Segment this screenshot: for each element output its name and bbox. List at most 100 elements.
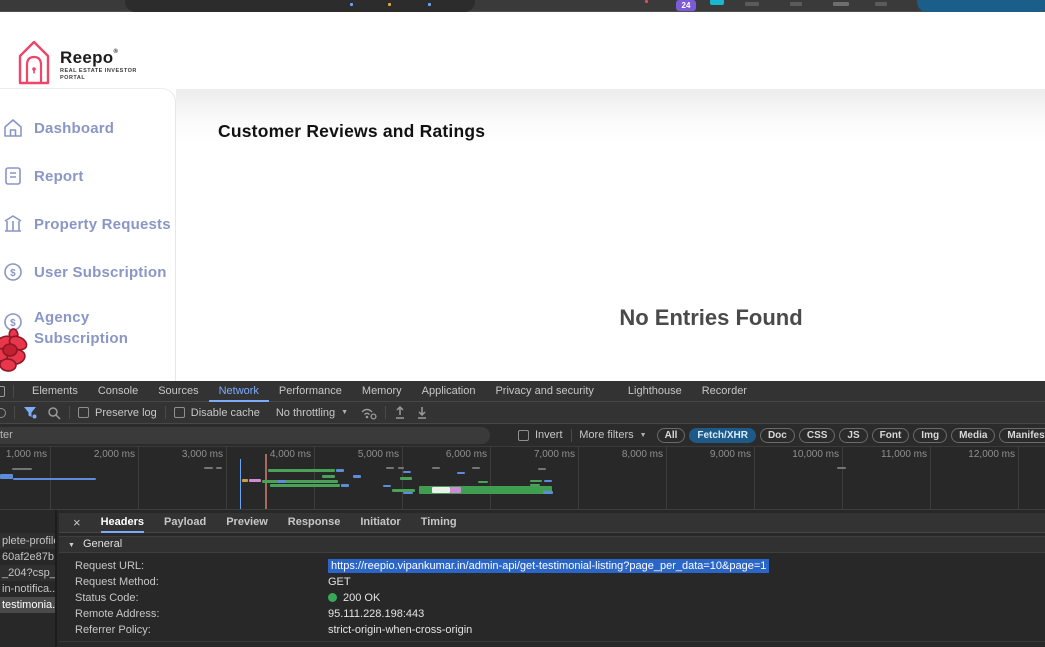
separator <box>13 385 14 398</box>
waterfall-bar <box>450 487 461 493</box>
sidebar-item-report[interactable]: Report <box>0 165 84 187</box>
tab-elements[interactable]: Elements <box>22 381 88 402</box>
flower-decoration <box>0 313 42 379</box>
toolbar-icon[interactable] <box>745 2 759 6</box>
field-referrer-policy: Referrer Policy: strict-origin-when-cros… <box>59 622 1045 638</box>
chip-manifest[interactable]: Manifest <box>999 428 1045 443</box>
waterfall-gridline <box>666 447 667 510</box>
extension-icon[interactable] <box>710 0 724 5</box>
waterfall-bar <box>13 478 96 480</box>
detail-tab-headers[interactable]: Headers <box>101 513 144 533</box>
detail-tab-response[interactable]: Response <box>288 513 341 533</box>
network-conditions-icon[interactable] <box>360 406 377 420</box>
field-value[interactable]: https://reepio.vipankumar.in/admin-api/g… <box>328 558 769 574</box>
waterfall-bar <box>398 467 404 469</box>
search-icon[interactable] <box>47 406 61 420</box>
record-network-log-button[interactable] <box>0 408 6 418</box>
profile-pill-button[interactable] <box>917 0 1045 12</box>
registered-mark: ® <box>113 49 118 55</box>
network-waterfall-overview[interactable]: 1,000 ms2,000 ms3,000 ms4,000 ms5,000 ms… <box>0 447 1045 510</box>
general-section-header[interactable]: ▼ General <box>59 536 1045 553</box>
address-bar[interactable] <box>125 0 475 12</box>
request-row[interactable]: _204?csp_t... <box>0 565 57 581</box>
devtools-tab-bar: Elements Console Sources Network Perform… <box>0 381 1045 402</box>
toolbar-icon[interactable] <box>833 2 849 6</box>
invert-label: Invert <box>535 429 563 441</box>
chip-css[interactable]: CSS <box>799 428 836 443</box>
chip-all[interactable]: All <box>657 428 686 443</box>
addressbar-text-fragment <box>350 3 353 6</box>
export-har-icon[interactable] <box>416 406 428 419</box>
empty-state-message: No Entries Found <box>561 305 861 331</box>
preserve-log-label: Preserve log <box>95 407 157 419</box>
detail-tab-payload[interactable]: Payload <box>164 513 206 533</box>
waterfall-bar <box>12 468 32 470</box>
field-key: Status Code: <box>75 590 139 606</box>
chip-doc[interactable]: Doc <box>760 428 795 443</box>
field-value: 200 OK <box>328 590 380 606</box>
waterfall-bar <box>472 467 480 469</box>
request-row[interactable]: plete-profile <box>0 533 57 549</box>
throttling-select[interactable]: No throttling <box>276 407 335 419</box>
request-row[interactable]: in-notifica... <box>0 581 57 597</box>
tab-memory[interactable]: Memory <box>352 381 412 402</box>
sidebar-item-label: Agency Subscription <box>34 309 128 347</box>
tab-network[interactable]: Network <box>209 381 269 402</box>
waterfall-bar <box>530 484 540 486</box>
filter-icon[interactable] <box>23 406 37 419</box>
panel-divider <box>59 641 1045 642</box>
logo-tagline-2: PORTAL <box>60 75 137 82</box>
toolbar-icon[interactable] <box>875 2 887 6</box>
separator <box>69 406 70 419</box>
detail-tab-preview[interactable]: Preview <box>226 513 268 533</box>
chip-media[interactable]: Media <box>951 428 995 443</box>
tab-application[interactable]: Application <box>412 381 486 402</box>
sidebar-item-user-subscription[interactable]: $ User Subscription <box>0 261 167 283</box>
waterfall-bar <box>544 480 552 482</box>
invert-checkbox[interactable] <box>518 430 529 441</box>
chevron-down-icon: ▼ <box>341 409 348 416</box>
close-icon[interactable]: × <box>73 514 81 532</box>
sidebar-item-label: Report <box>34 168 84 185</box>
waterfall-bar <box>457 472 465 474</box>
filter-input[interactable]: ter <box>0 427 490 444</box>
tab-privacy-and-security[interactable]: Privacy and security <box>485 381 603 402</box>
device-toolbar-icon[interactable] <box>0 386 5 397</box>
toolbar-icon[interactable] <box>790 2 802 6</box>
detail-tab-initiator[interactable]: Initiator <box>360 513 400 533</box>
sidebar-item-dashboard[interactable]: Dashboard <box>0 117 114 139</box>
pinned-icon[interactable] <box>645 0 648 3</box>
import-har-icon[interactable] <box>394 406 406 419</box>
logo-tagline-1: REAL ESTATE INVESTOR <box>60 68 137 75</box>
house-logo-icon <box>14 38 54 86</box>
tab-sources[interactable]: Sources <box>148 381 208 402</box>
notification-count-badge[interactable]: 24 <box>676 0 696 11</box>
tab-console[interactable]: Console <box>88 381 148 402</box>
waterfall-bar <box>403 492 413 494</box>
tab-lighthouse[interactable]: Lighthouse <box>618 381 692 402</box>
browser-top-strip: 24 <box>0 0 1045 12</box>
request-detail-panel: × Headers Payload Preview Response Initi… <box>59 510 1045 647</box>
tab-recorder[interactable]: Recorder <box>692 381 757 402</box>
sidebar-item-property-requests[interactable]: Property Requests <box>0 213 171 235</box>
more-filters-button[interactable]: More filters <box>579 429 633 441</box>
status-ok-dot-icon <box>328 593 337 602</box>
chip-js[interactable]: JS <box>839 428 867 443</box>
home-icon <box>2 117 24 139</box>
waterfall-tick-label: 10,000 ms <box>769 449 839 460</box>
chip-img[interactable]: Img <box>913 428 947 443</box>
tab-performance[interactable]: Performance <box>269 381 352 402</box>
general-section-label: General <box>83 538 122 550</box>
reepo-logo[interactable]: Reepo ® REAL ESTATE INVESTOR PORTAL <box>14 38 137 86</box>
chip-fetch-xhr[interactable]: Fetch/XHR <box>689 428 756 443</box>
screen: 24 Reepo ® REAL ESTATE INVESTOR <box>0 0 1045 647</box>
request-row[interactable]: 60af2e87b... <box>0 549 57 565</box>
disable-cache-checkbox[interactable] <box>174 407 185 418</box>
waterfall-tick-label: 4,000 ms <box>241 449 311 460</box>
brand-name: Reepo ® <box>60 48 137 68</box>
addressbar-text-fragment <box>388 3 391 6</box>
preserve-log-checkbox[interactable] <box>78 407 89 418</box>
chip-font[interactable]: Font <box>872 428 910 443</box>
request-row-selected[interactable]: testimonia... <box>0 597 57 613</box>
detail-tab-timing[interactable]: Timing <box>421 513 457 533</box>
